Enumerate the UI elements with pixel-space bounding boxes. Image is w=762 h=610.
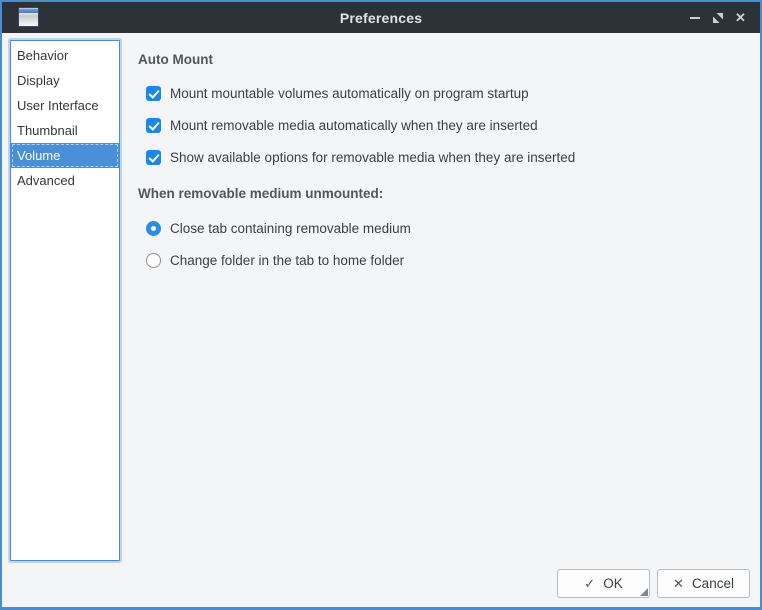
restore-button[interactable] (706, 2, 729, 33)
ok-button[interactable]: ✓ OK (557, 569, 650, 598)
dialog-body: Behavior Display User Interface Thumbnai… (2, 33, 760, 607)
radio-selected-icon[interactable] (146, 221, 161, 236)
close-icon: ✕ (735, 11, 746, 24)
volume-settings-panel: Auto Mount Mount mountable volumes autom… (138, 50, 748, 281)
radio-label: Close tab containing removable medium (170, 221, 411, 236)
sidebar-item-user-interface[interactable]: User Interface (11, 93, 119, 118)
radio-row-change-folder[interactable]: Change folder in the tab to home folder (138, 249, 748, 271)
checkbox-label: Mount removable media automatically when… (170, 118, 538, 133)
radio-row-close-tab[interactable]: Close tab containing removable medium (138, 217, 748, 239)
close-button[interactable]: ✕ (729, 2, 752, 33)
checkbox-row-mount-removable[interactable]: Mount removable media automatically when… (138, 114, 748, 136)
restore-icon (712, 12, 724, 24)
check-icon: ✓ (584, 576, 595, 592)
sidebar-item-thumbnail[interactable]: Thumbnail (11, 118, 119, 143)
checkbox-row-mount-volumes[interactable]: Mount mountable volumes automatically on… (138, 82, 748, 104)
cancel-button[interactable]: ✕ Cancel (657, 569, 750, 598)
checkbox-checked-icon[interactable] (146, 150, 161, 165)
sidebar-item-behavior[interactable]: Behavior (11, 43, 119, 68)
window-controls: ✕ (683, 2, 752, 33)
cancel-button-label: Cancel (692, 576, 734, 591)
preferences-window: Preferences ✕ Behavior Display User Inte… (0, 0, 762, 610)
radio-unselected-icon[interactable] (146, 253, 161, 268)
cross-icon: ✕ (673, 576, 684, 592)
ok-button-label: OK (603, 576, 623, 591)
category-list: Behavior Display User Interface Thumbnai… (10, 40, 120, 561)
checkbox-label: Mount mountable volumes automatically on… (170, 86, 529, 101)
checkbox-label: Show available options for removable med… (170, 150, 575, 165)
titlebar: Preferences ✕ (2, 2, 760, 33)
default-button-indicator-icon (640, 588, 648, 596)
checkbox-checked-icon[interactable] (146, 86, 161, 101)
minimize-button[interactable] (683, 2, 706, 33)
checkbox-row-show-options[interactable]: Show available options for removable med… (138, 146, 748, 168)
sidebar-item-advanced[interactable]: Advanced (11, 168, 119, 193)
checkbox-checked-icon[interactable] (146, 118, 161, 133)
auto-mount-header: Auto Mount (138, 50, 748, 70)
minimize-icon (690, 17, 700, 19)
window-title: Preferences (2, 10, 760, 26)
dialog-buttons: ✓ OK ✕ Cancel (557, 569, 750, 598)
sidebar-item-volume[interactable]: Volume (11, 143, 119, 168)
sidebar-item-display[interactable]: Display (11, 68, 119, 93)
unmount-behavior-header: When removable medium unmounted: (138, 184, 748, 204)
radio-label: Change folder in the tab to home folder (170, 253, 404, 268)
